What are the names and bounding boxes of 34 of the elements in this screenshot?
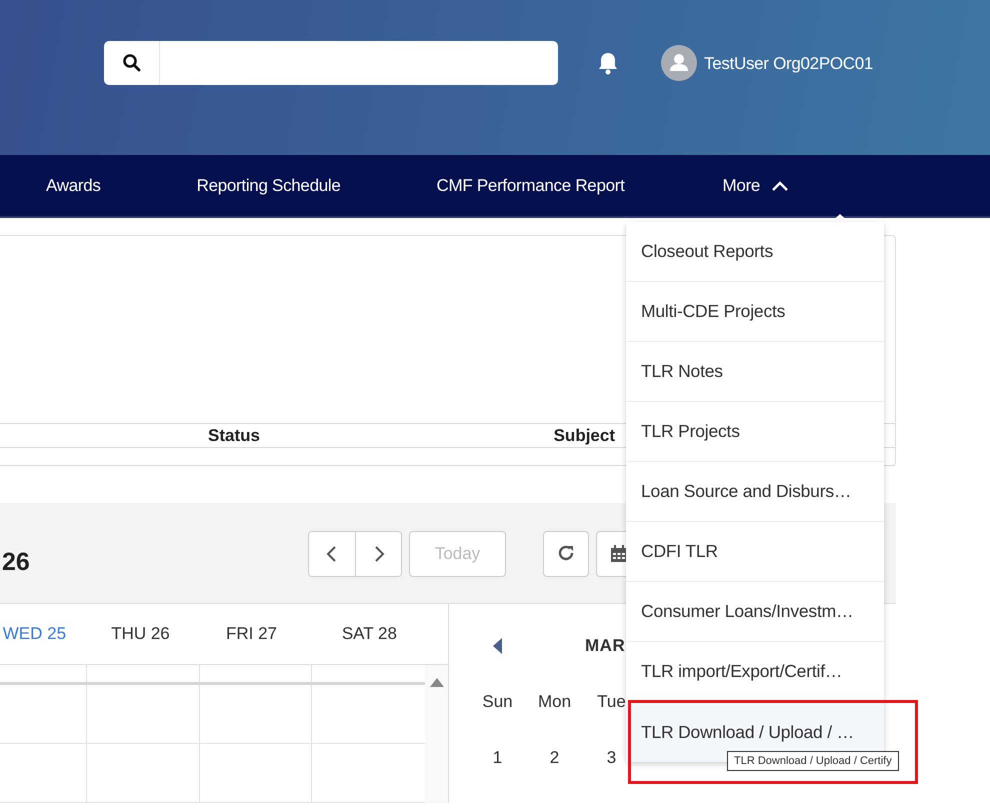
scroll-up-icon[interactable] [430,678,444,687]
menu-item[interactable]: TLR Notes [626,342,884,402]
menu-item[interactable]: Loan Source and Disburs… [626,462,884,522]
menu-item[interactable]: CDFI TLR [626,522,884,582]
day-header[interactable]: THU 26 [68,624,212,644]
date-cell[interactable]: 1 [469,748,526,768]
calendar-title: 26 [2,548,31,576]
search-field[interactable] [104,41,558,85]
nav-tab[interactable]: More [722,170,790,202]
day-header[interactable]: FRI 27 [212,624,291,644]
day-header[interactable]: SAT 28 [290,624,448,644]
column-header[interactable]: Subject [468,426,615,446]
day-header[interactable]: WED 25 [0,624,69,644]
weekday-label: Sun [481,692,514,712]
user-name[interactable]: TestUser Org02POC01 [704,54,874,74]
column-header[interactable]: Status [0,426,468,446]
menu-item[interactable]: TLR Projects [626,402,884,462]
weekday-label: Mon [536,692,572,712]
avatar-icon[interactable] [661,45,697,81]
nav-tab[interactable]: Awards [46,170,101,202]
calendar-icon [610,545,628,563]
nav-tab[interactable]: Reporting Schedule [196,170,341,202]
refresh-button[interactable] [543,531,589,577]
date-cell[interactable]: 2 [526,748,583,768]
nav-tab[interactable]: CMF Performance Report [436,170,625,202]
menu-item[interactable]: Consumer Loans/Investm… [626,582,884,642]
menu-item[interactable]: Closeout Reports [626,222,884,282]
previous-month-icon[interactable] [493,638,503,654]
menu-item[interactable]: Multi-CDE Projects [626,282,884,342]
month-label: MAR [585,636,626,656]
menu-item[interactable]: TLR import/Export/Certif… [626,642,884,702]
weekday-label: Tue [596,692,627,712]
chevron-up-icon [770,178,790,192]
tooltip: TLR Download / Upload / Certify [727,751,899,771]
